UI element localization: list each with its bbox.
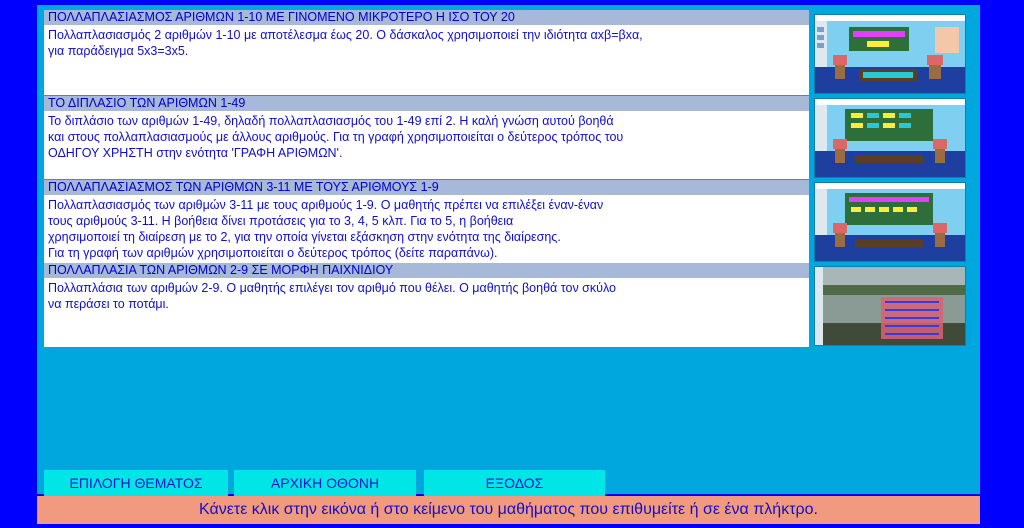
lesson-description-line: και στους πολλαπλασιασμούς με άλλους αρι… xyxy=(48,130,624,144)
lesson-description-line: για παράδειγμα 5x3=3x5. xyxy=(48,44,189,58)
lesson-thumbnail-double-1-49[interactable] xyxy=(814,98,966,178)
lesson-multiplication-3-11[interactable]: ΠΟΛΛΑΠΛΑΣΙΑΣΜΟΣ ΤΩΝ ΑΡΙΘΜΩΝ 3-11 ΜΕ ΤΟΥΣ… xyxy=(44,180,809,264)
lesson-description-line: χρησιμοποιεί τη διαίρεση με το 2, για τη… xyxy=(48,230,561,244)
lesson-description-line: να περάσει το ποτάμι. xyxy=(48,297,169,311)
lesson-title[interactable]: ΠΟΛΛΑΠΛΑΣΙΑΣΜΟΣ ΤΩΝ ΑΡΙΘΜΩΝ 3-11 ΜΕ ΤΟΥΣ… xyxy=(44,180,809,195)
lesson-title[interactable]: ΠΟΛΛΑΠΛΑΣΙΑΣΜΟΣ ΑΡΙΘΜΩΝ 1-10 ΜΕ ΓΙΝΟΜΕΝΟ… xyxy=(44,10,809,25)
choose-topic-button[interactable]: ΕΠΙΛΟΓΗ ΘΕΜΑΤΟΣ xyxy=(44,470,228,497)
exit-button[interactable]: ΕΞΟΔΟΣ xyxy=(424,470,605,497)
lesson-description[interactable]: Πολλαπλασιασμός 2 αριθμών 1-10 με αποτέλ… xyxy=(44,25,809,95)
lesson-multiples-2-9-game[interactable]: ΠΟΛΛΑΠΛΑΣΙΑ ΤΩΝ ΑΡΙΘΜΩΝ 2-9 ΣΕ ΜΟΡΦΗ ΠΑΙ… xyxy=(44,263,809,347)
lesson-thumbnail-multiplication-1-10[interactable] xyxy=(814,14,966,94)
home-screen-button[interactable]: ΑΡΧΙΚΗ ΟΘΟΝΗ xyxy=(234,470,416,497)
lesson-multiplication-1-10[interactable]: ΠΟΛΛΑΠΛΑΣΙΑΣΜΟΣ ΑΡΙΘΜΩΝ 1-10 ΜΕ ΓΙΝΟΜΕΝΟ… xyxy=(44,10,809,95)
lesson-description-line: Πολλαπλασιασμός των αριθμών 3-11 με τους… xyxy=(48,198,604,212)
lesson-description[interactable]: Πολλαπλασιασμός των αριθμών 3-11 με τους… xyxy=(44,195,809,264)
classroom-preview-image xyxy=(815,99,965,177)
lesson-description-line: τους αριθμούς 3-11. Η βοήθεια δίνει προτ… xyxy=(48,214,514,228)
lesson-title[interactable]: ΠΟΛΛΑΠΛΑΣΙΑ ΤΩΝ ΑΡΙΘΜΩΝ 2-9 ΣΕ ΜΟΡΦΗ ΠΑΙ… xyxy=(44,263,809,278)
lesson-description-line: Για τη γραφή των αριθμών χρησιμοποιείται… xyxy=(48,246,498,260)
lesson-description-line: Πολλαπλασιασμός 2 αριθμών 1-10 με αποτέλ… xyxy=(48,28,643,42)
lesson-thumbnail-multiples-game[interactable] xyxy=(814,266,966,346)
instruction-status-bar: Κάνετε κλικ στην εικόνα ή στο κείμενο το… xyxy=(37,496,980,524)
lesson-double-1-49[interactable]: ΤΟ ΔΙΠΛΑΣΙΟ ΤΩΝ ΑΡΙΘΜΩΝ 1-49 Το διπλάσιο… xyxy=(44,96,809,179)
classroom-preview-image xyxy=(815,183,965,261)
lesson-thumbnail-multiplication-3-11[interactable] xyxy=(814,182,966,262)
lesson-description[interactable]: Το διπλάσιο των αριθμών 1-49, δηλαδή πολ… xyxy=(44,111,809,179)
lesson-description-line: Πολλαπλάσια των αριθμών 2-9. Ο μαθητής ε… xyxy=(48,281,616,295)
main-panel: ΠΟΛΛΑΠΛΑΣΙΑΣΜΟΣ ΑΡΙΘΜΩΝ 1-10 ΜΕ ΓΙΝΟΜΕΝΟ… xyxy=(37,5,980,497)
lesson-description-line: ΟΔΗΓΟΥ ΧΡΗΣΤΗ στην ενότητα 'ΓΡΑΦΗ ΑΡΙΘΜΩ… xyxy=(48,146,343,160)
lesson-title[interactable]: ΤΟ ΔΙΠΛΑΣΙΟ ΤΩΝ ΑΡΙΘΜΩΝ 1-49 xyxy=(44,96,809,111)
lesson-description[interactable]: Πολλαπλάσια των αριθμών 2-9. Ο μαθητής ε… xyxy=(44,278,809,347)
lesson-description-line: Το διπλάσιο των αριθμών 1-49, δηλαδή πολ… xyxy=(48,114,614,128)
classroom-preview-image xyxy=(815,15,965,93)
river-game-preview-image xyxy=(815,267,965,345)
